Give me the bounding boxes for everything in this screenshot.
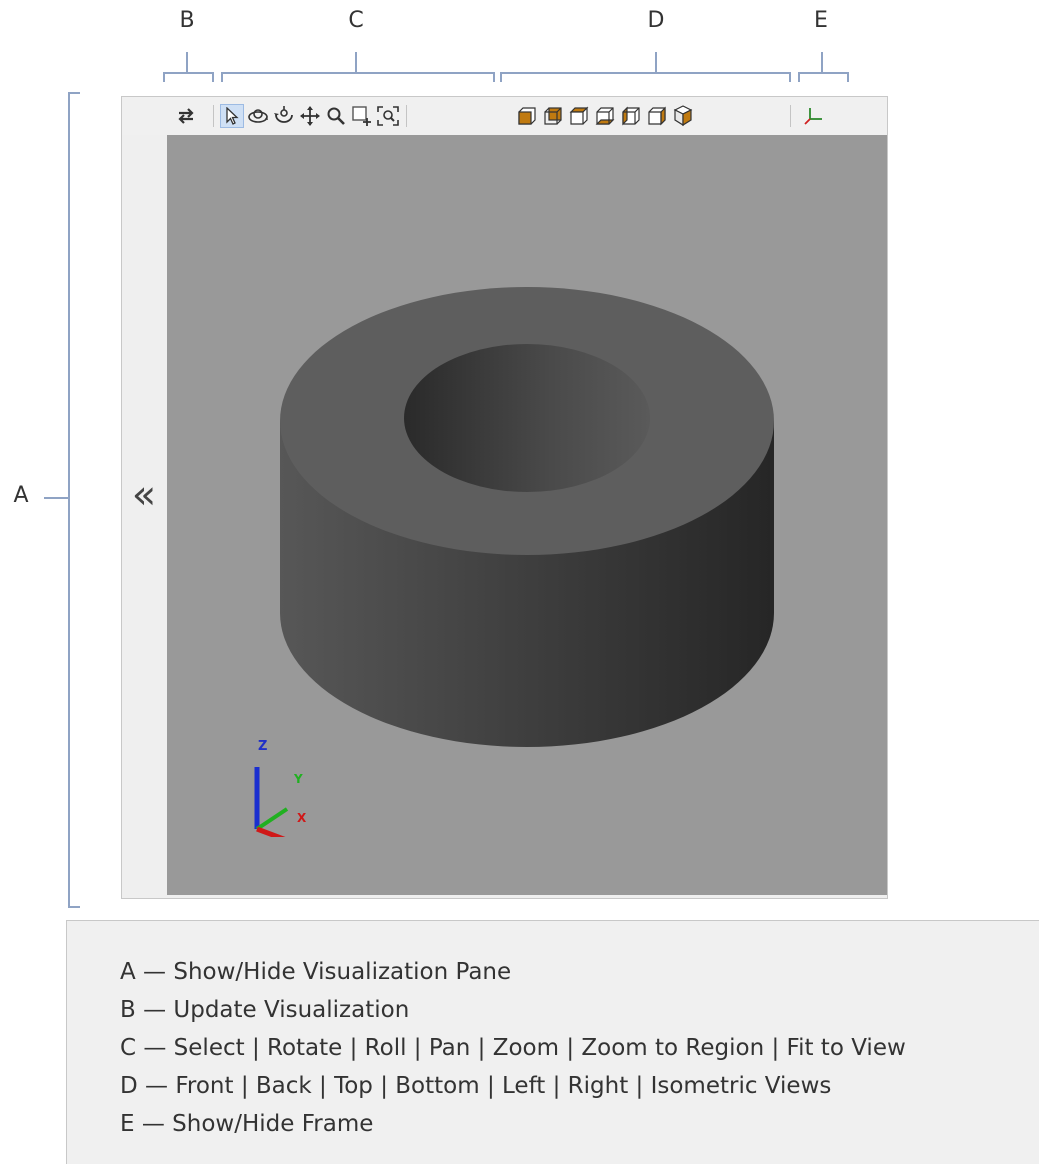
roll-button[interactable] [272, 104, 296, 128]
right-view-icon [648, 106, 666, 126]
bottom-view-icon [595, 107, 615, 125]
fit-to-view-icon [377, 106, 399, 126]
front-view-button[interactable] [515, 104, 539, 128]
legend-box: A — Show/Hide Visualization Pane B — Upd… [66, 920, 1039, 1164]
left-view-button[interactable] [619, 104, 643, 128]
top-view-button[interactable] [567, 104, 591, 128]
bracket-d [500, 72, 791, 82]
zoom-to-region-button[interactable] [350, 104, 374, 128]
collapse-pane-icon[interactable]: « [126, 475, 162, 519]
update-visualization-icon [178, 108, 194, 124]
zoom-button[interactable] [324, 104, 348, 128]
rotate-button[interactable] [246, 104, 270, 128]
legend-line-e: E — Show/Hide Frame [120, 1111, 374, 1137]
bracket-c-stem [355, 52, 357, 72]
zoom-icon [327, 107, 345, 125]
visualization-toolbar [122, 97, 887, 135]
select-button[interactable] [220, 104, 244, 128]
show-hide-frame-button[interactable] [802, 104, 826, 128]
bracket-b-stem [186, 52, 188, 72]
fit-to-view-button[interactable] [376, 104, 400, 128]
legend-line-d: D — Front | Back | Top | Bottom | Left |… [120, 1073, 832, 1099]
axis-label-z: Z [258, 739, 268, 754]
update-visualization-button[interactable] [174, 104, 198, 128]
legend-line-b: B — Update Visualization [120, 997, 410, 1023]
bracket-a-stem [44, 497, 68, 499]
pan-button[interactable] [298, 104, 322, 128]
back-view-icon [544, 107, 562, 125]
isometric-view-button[interactable] [671, 104, 695, 128]
toolbar-separator [790, 105, 791, 127]
bracket-a [68, 92, 80, 908]
bracket-b [163, 72, 214, 82]
bracket-c [221, 72, 495, 82]
isometric-view-icon [673, 105, 693, 127]
axis-label-y: Y [294, 772, 303, 786]
show-hide-frame-icon [804, 108, 822, 125]
top-view-icon [569, 106, 589, 125]
visualization-panel: « Z Y X [121, 96, 888, 899]
bracket-e [798, 72, 849, 82]
left-view-icon [622, 106, 640, 126]
bracket-e-stem [821, 52, 823, 72]
back-view-button[interactable] [541, 104, 565, 128]
callout-e: E [814, 8, 828, 33]
toolbar-separator [406, 105, 407, 127]
callout-a: A [13, 483, 29, 508]
callout-b: B [179, 8, 195, 33]
rotate-icon [248, 109, 268, 123]
legend-line-a: A — Show/Hide Visualization Pane [120, 959, 512, 985]
axis-label-x: X [297, 811, 307, 825]
pan-icon [300, 106, 320, 126]
front-view-icon [518, 107, 536, 125]
bottom-view-button[interactable] [593, 104, 617, 128]
select-icon [226, 107, 239, 125]
roll-icon [274, 106, 293, 123]
axis-triad-icon [254, 767, 289, 837]
callout-c: C [348, 8, 364, 33]
3d-viewport[interactable]: Z Y X [167, 135, 887, 895]
zoom-to-region-icon [352, 106, 371, 126]
bracket-d-stem [655, 52, 657, 72]
callout-d: D [647, 8, 665, 33]
toolbar-separator [213, 105, 214, 127]
right-view-button[interactable] [645, 104, 669, 128]
legend-line-c: C — Select | Rotate | Roll | Pan | Zoom … [120, 1035, 906, 1061]
